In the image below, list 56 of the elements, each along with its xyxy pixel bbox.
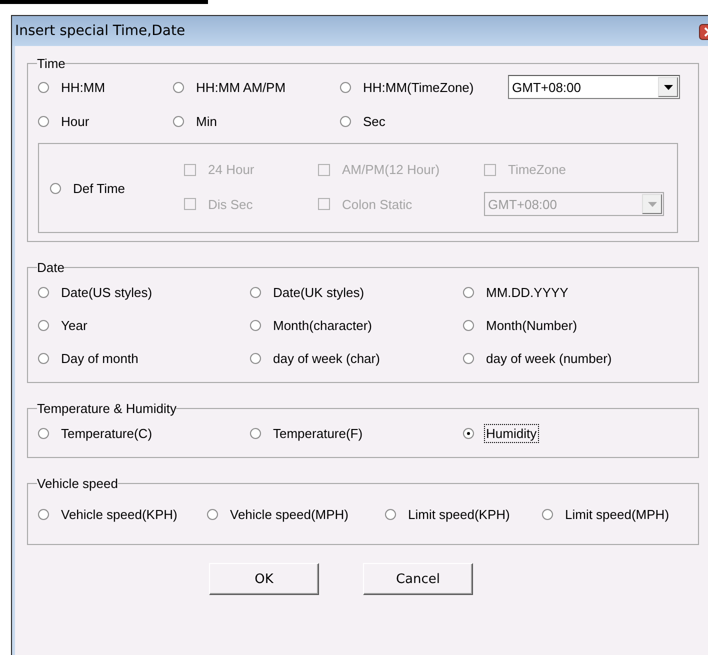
timezone-dropdown[interactable]: GMT+08:00 — [508, 75, 680, 99]
dialog-button[interactable]: OK — [209, 563, 319, 595]
radio-button[interactable] — [250, 353, 261, 364]
radio-button[interactable] — [542, 509, 553, 520]
option-label[interactable]: MM.DD.YYYY — [484, 283, 570, 302]
option-label[interactable]: HH:MM(TimeZone) — [361, 78, 476, 96]
radio-button[interactable] — [340, 82, 351, 92]
caret-icon — [664, 84, 672, 90]
option-label[interactable]: day of week (number) — [484, 349, 614, 368]
radio-button[interactable] — [250, 287, 261, 298]
option-label[interactable]: Sec — [361, 112, 388, 131]
radio-button[interactable] — [173, 116, 184, 127]
option-label[interactable]: Def Time — [71, 178, 128, 198]
radio-button[interactable] — [463, 353, 474, 364]
radio-button[interactable] — [38, 353, 49, 364]
radio-button[interactable] — [38, 428, 49, 439]
option-label[interactable]: Year — [59, 316, 90, 335]
radio-button[interactable] — [250, 428, 261, 439]
radio-button[interactable] — [340, 116, 351, 127]
group-label: Date — [37, 260, 64, 275]
option-label[interactable]: Min — [194, 112, 219, 131]
option-label[interactable]: Limit speed(MPH) — [563, 505, 672, 524]
radio-button[interactable] — [38, 320, 49, 331]
dialog-button[interactable]: Cancel — [363, 563, 473, 595]
option-label[interactable]: Date(US styles) — [59, 283, 154, 302]
radio-button[interactable] — [463, 320, 474, 331]
window-title: Insert special Time,Date — [15, 23, 186, 39]
radio-button[interactable] — [463, 287, 474, 298]
option-label[interactable]: Vehicle speed(KPH) — [59, 505, 180, 524]
option-label[interactable]: Day of month — [59, 349, 140, 368]
option-label[interactable]: Temperature(C) — [59, 424, 154, 443]
group-label: Temperature & Humidity — [37, 401, 176, 416]
option-label[interactable]: Vehicle speed(MPH) — [228, 505, 350, 524]
option-label[interactable]: Month(character) — [271, 316, 374, 335]
radio-button[interactable] — [38, 509, 49, 520]
radio-button[interactable] — [38, 116, 49, 127]
group-label: Time — [37, 56, 66, 71]
option-label[interactable]: HH:MM AM/PM — [194, 78, 288, 96]
caret-icon — [648, 202, 656, 206]
radio-button[interactable] — [207, 509, 218, 520]
option-label[interactable]: Hour — [59, 112, 92, 131]
option-label[interactable]: Date(UK styles) — [271, 283, 366, 302]
option-label[interactable]: Temperature(F) — [271, 424, 365, 443]
radio-button[interactable] — [173, 82, 184, 92]
option-label[interactable]: HH:MM — [59, 78, 108, 96]
group-label: Vehicle speed — [37, 476, 118, 491]
option-label[interactable]: day of week (char) — [271, 349, 382, 368]
radio-button[interactable] — [38, 82, 49, 92]
option-label[interactable]: Humidity — [484, 424, 539, 443]
radio-button[interactable] — [250, 320, 261, 331]
option-label[interactable]: Month(Number) — [484, 316, 580, 335]
radio-button[interactable] — [463, 428, 474, 439]
radio-button[interactable] — [50, 182, 61, 194]
radio-button[interactable] — [38, 287, 49, 298]
option-label[interactable]: Limit speed(KPH) — [406, 505, 512, 524]
radio-button[interactable] — [385, 509, 396, 520]
